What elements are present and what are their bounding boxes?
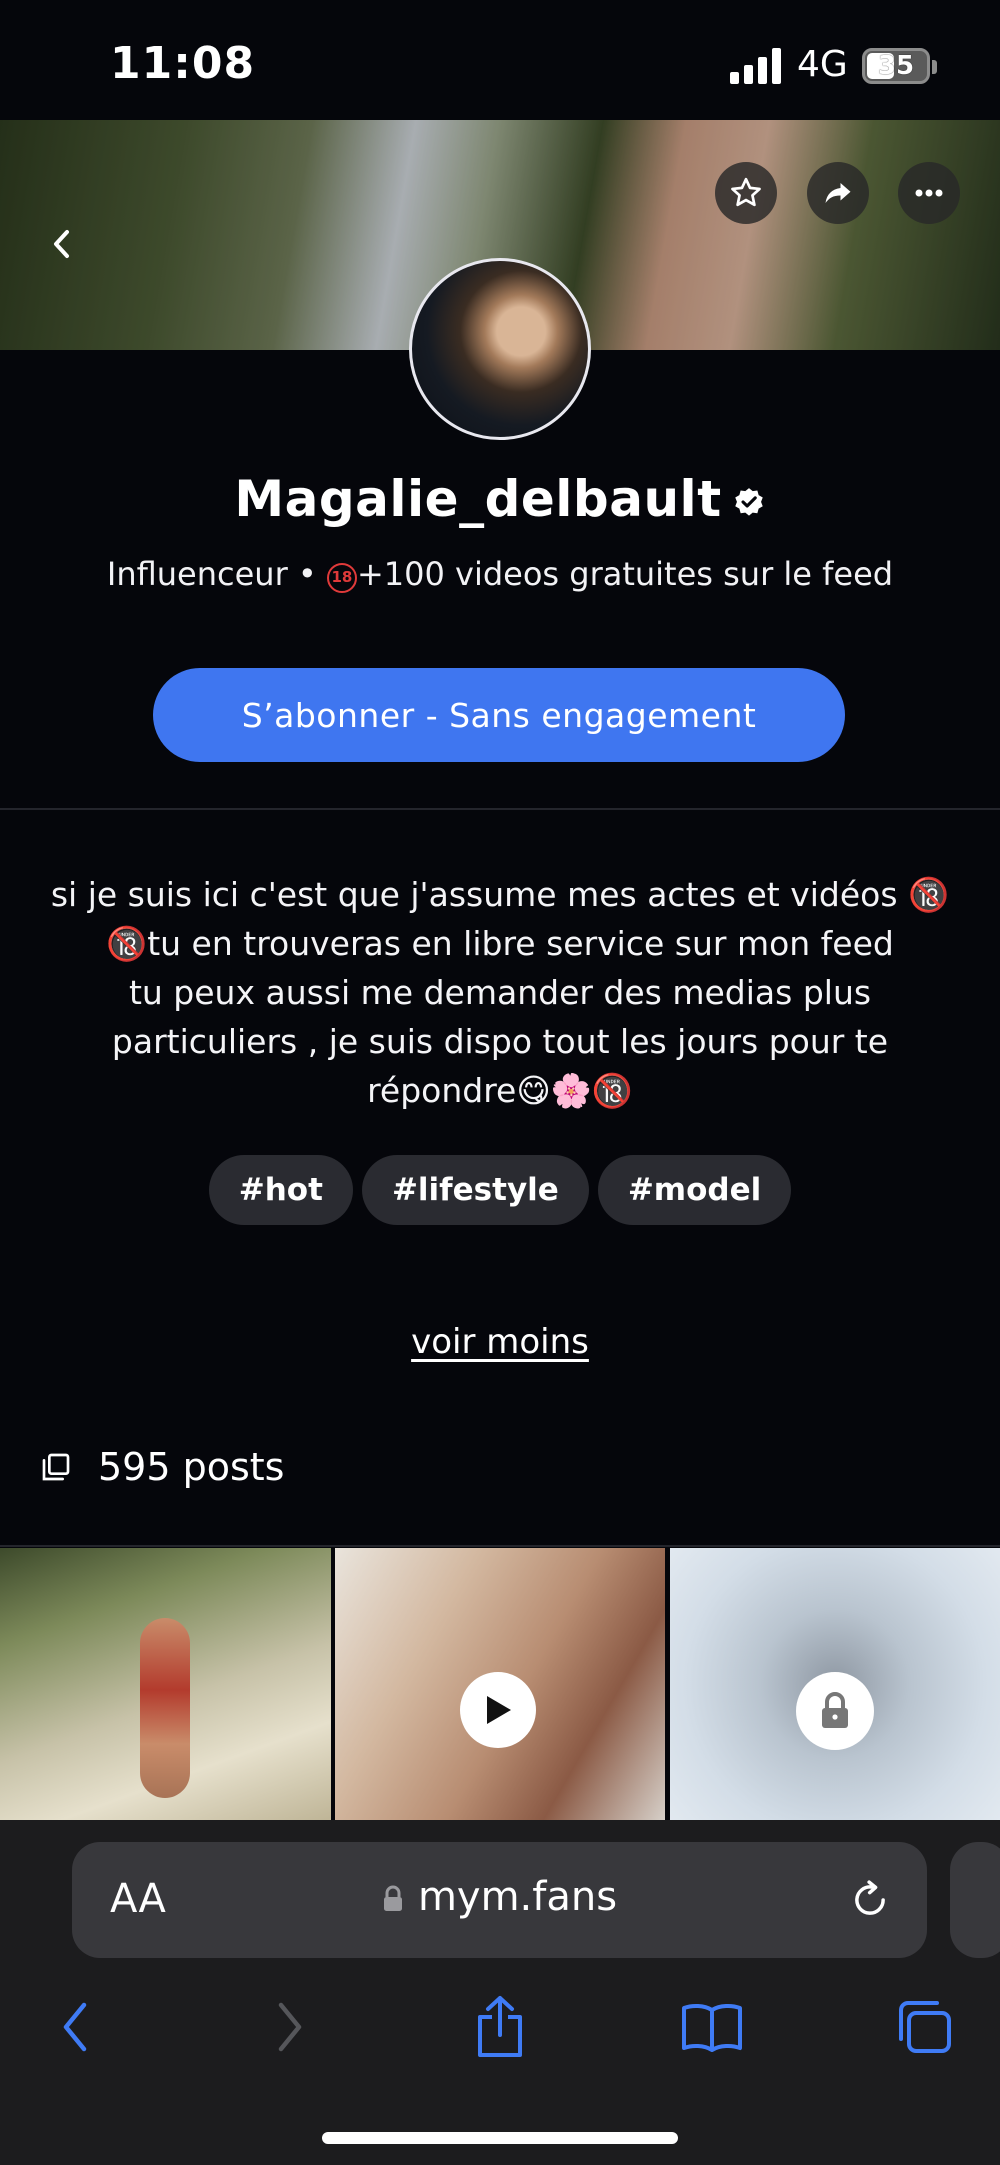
bio-line: tu peux aussi me demander des medias plu…	[128, 973, 872, 1012]
browser-back-button[interactable]	[40, 1992, 110, 2062]
lock-icon	[383, 1885, 402, 1911]
profile-name-row: Magalie_delbault	[0, 470, 1000, 528]
battery-level: 35	[877, 51, 915, 81]
share-sheet-button[interactable]	[465, 1992, 535, 2062]
posts-header: 595 posts	[40, 1442, 284, 1492]
bio-line: particuliers , je suis dispo tout les jo…	[111, 1022, 889, 1061]
favorite-button[interactable]	[715, 162, 777, 224]
reload-icon[interactable]	[849, 1878, 891, 1922]
more-dots-icon	[915, 189, 943, 197]
posts-stack-icon	[42, 1453, 70, 1481]
adult-badge: 18	[326, 563, 357, 593]
chevron-left-icon	[63, 2002, 87, 2052]
tabs-button[interactable]	[888, 1992, 958, 2062]
posts-count: 595 posts	[98, 1445, 285, 1489]
back-button[interactable]	[40, 222, 84, 266]
chevron-right-icon	[278, 2002, 302, 2052]
network-type: 4G	[797, 44, 848, 85]
next-tab-peek[interactable]	[950, 1842, 1000, 1958]
status-bar: 11:08 4G 35	[0, 0, 1000, 120]
home-indicator	[322, 2132, 678, 2144]
posts-grid	[0, 1548, 1000, 1820]
share-button[interactable]	[807, 162, 869, 224]
url-text: mym.fans	[417, 1874, 618, 1920]
play-icon[interactable]	[460, 1672, 536, 1748]
tabs-icon	[899, 2001, 951, 2053]
post-thumbnail-locked[interactable]	[670, 1548, 1000, 1820]
tag-lifestyle[interactable]: #lifestyle	[361, 1155, 589, 1225]
tag-hot[interactable]: #hot	[208, 1155, 353, 1225]
post-thumbnail[interactable]	[335, 1548, 665, 1820]
url-display[interactable]: mym.fans	[72, 1874, 927, 1920]
tag-model[interactable]: #model	[597, 1155, 792, 1225]
bio-line: si je suis ici c'est que j'assume mes ac…	[50, 875, 950, 914]
bio-line: répondre😋🌸🔞	[367, 1071, 633, 1110]
browser-toolbar: AA mym.fans	[0, 1820, 1000, 2165]
address-bar[interactable]: AA mym.fans	[72, 1842, 927, 1958]
star-icon	[731, 177, 761, 207]
voir-moins-link[interactable]: voir moins	[0, 1322, 1000, 1362]
bio-line: 🔞tu en trouveras en libre service sur mo…	[106, 924, 894, 963]
subscribe-button[interactable]: S’abonner - Sans engagement	[153, 668, 845, 762]
grid-divider	[0, 1545, 1000, 1547]
section-divider	[0, 808, 1000, 810]
tag-list: #hot #lifestyle #model	[0, 1155, 1000, 1225]
avatar[interactable]	[409, 258, 591, 440]
battery-icon: 35	[862, 48, 930, 84]
chevron-left-icon	[54, 230, 69, 258]
subtitle-suffix: +100 videos gratuites sur le feed	[356, 555, 894, 593]
profile-subtitle: Influenceur • 18 +100 videos gratuites su…	[0, 555, 1000, 593]
photo-subject	[140, 1618, 190, 1798]
subtitle-prefix: Influenceur •	[106, 555, 327, 593]
verified-badge-icon	[734, 487, 763, 516]
share-arrow-icon	[825, 183, 851, 203]
bookmarks-button[interactable]	[677, 1992, 747, 2062]
book-icon	[682, 2003, 742, 2052]
more-button[interactable]	[898, 162, 960, 224]
status-time: 11:08	[110, 38, 256, 89]
profile-username: Magalie_delbault	[234, 470, 722, 528]
share-icon	[478, 1996, 522, 2057]
signal-strength-icon	[730, 48, 782, 84]
lock-icon	[796, 1672, 874, 1750]
post-thumbnail[interactable]	[0, 1548, 331, 1820]
profile-bio: si je suis ici c'est que j'assume mes ac…	[40, 870, 960, 1115]
browser-forward-button[interactable]	[255, 1992, 325, 2062]
battery-tip	[932, 60, 937, 74]
